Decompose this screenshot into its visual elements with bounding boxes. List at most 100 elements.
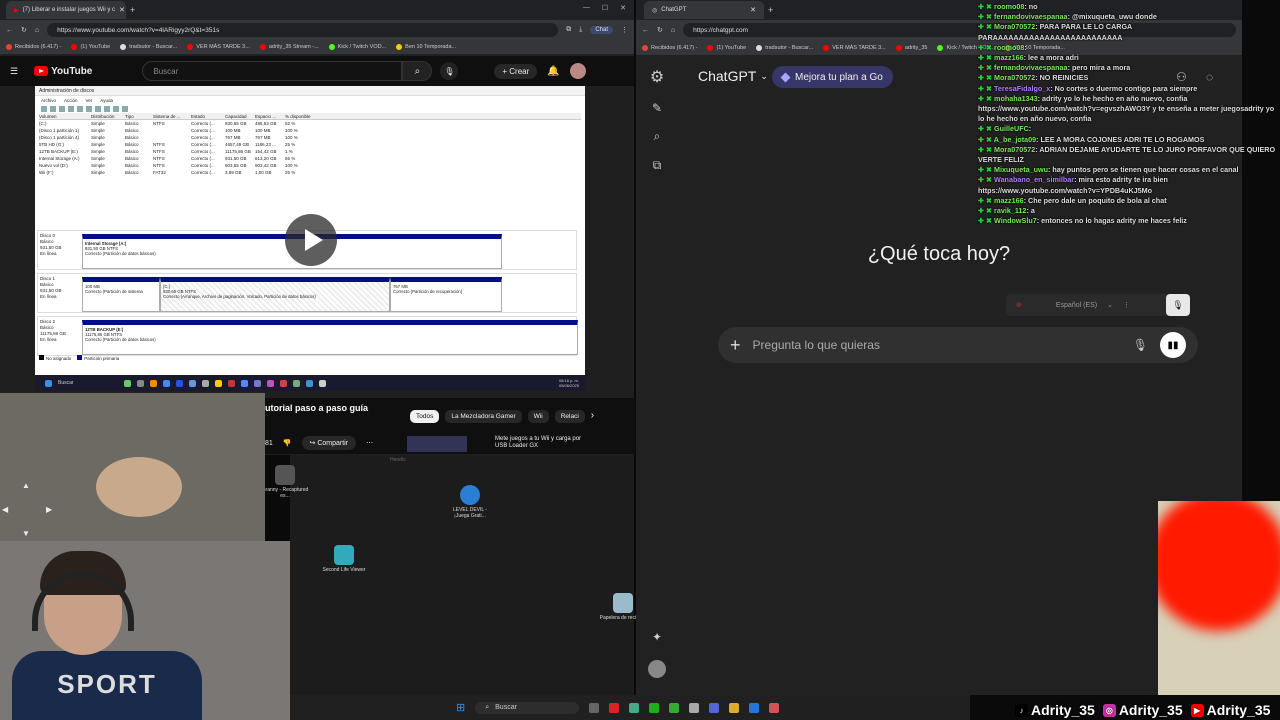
url-field[interactable]: https://www.youtube.com/watch?v=4lARigyy… [47, 23, 559, 37]
bookmark[interactable]: tradsutor - Buscar... [756, 44, 813, 51]
mail-icon[interactable] [689, 702, 700, 713]
new-chat-icon[interactable]: ✎ [652, 101, 662, 115]
back-icon[interactable]: ← [642, 27, 649, 34]
more-icon[interactable]: ⋯ [366, 439, 373, 447]
share-button[interactable]: ↪ Compartir [301, 436, 357, 450]
dictation-mic-button[interactable]: 🎙 [1166, 294, 1190, 316]
bookmark[interactable]: (1) YouTube [71, 44, 110, 50]
discord-icon[interactable] [709, 702, 720, 713]
like-count: 81 [265, 439, 273, 447]
taskbar-search[interactable]: ⌕ Buscar [475, 701, 580, 714]
table-cell: Distribución [91, 113, 115, 119]
hamburger-icon[interactable]: ☰ [10, 66, 18, 77]
more-icon[interactable]: ⋮ [1123, 301, 1130, 309]
bookmark[interactable]: Kick / Twitch VOD... [328, 44, 386, 50]
clock: 08:16 p. m. 05/06/2025 [558, 378, 579, 388]
avatar[interactable] [569, 63, 586, 79]
video-player[interactable]: Administración de discos Archivo Acción … [35, 86, 585, 391]
download-icon[interactable]: ⤓ [579, 26, 582, 34]
chip[interactable]: Wii [527, 410, 549, 423]
app-icon[interactable] [669, 702, 680, 713]
close-tab-icon[interactable]: ✕ [750, 6, 756, 14]
library-icon[interactable]: ⧉ [653, 158, 662, 173]
bookmark[interactable]: adrity_35 Stream -... [259, 44, 319, 50]
chat-button[interactable]: Chat [590, 26, 613, 34]
dislike-icon[interactable]: 👎 [283, 439, 292, 447]
new-tab-icon[interactable]: + [130, 5, 135, 15]
xbox-icon[interactable] [649, 702, 660, 713]
folder-icon[interactable] [729, 702, 740, 713]
table-row[interactable]: Wii (F:) Simple Básico FAT32 Correcto (... 3,… [39, 169, 581, 176]
table-row[interactable]: Internal Storage (A:) Simple Básico NTFS Cor… [39, 155, 581, 162]
sparkle-icon[interactable]: ✦ [652, 630, 662, 644]
opera-icon[interactable] [609, 702, 620, 713]
table-row[interactable]: (Disco 1 partición 1) Simple Básico Correct… [39, 127, 581, 134]
reload-icon[interactable]: ↻ [21, 26, 27, 34]
tab-chatgpt[interactable]: ◎ ChatGPT ✕ [644, 1, 764, 19]
back-icon[interactable]: ← [6, 27, 13, 34]
windows-start-icon[interactable]: ⊞ [456, 701, 465, 714]
table-row[interactable]: (Disco 1 partición 4) Simple Básico Correct… [39, 134, 581, 141]
bookmark[interactable]: Ben 10 Temporada... [396, 44, 456, 50]
obs-icon[interactable] [769, 702, 780, 713]
desktop-icon-level-devil[interactable]: LEVEL DEVIL - ¡Juega Grati... [445, 485, 495, 519]
mic-off-icon[interactable]: ⊘ [1016, 301, 1022, 309]
openai-logo-icon[interactable]: ⚙ [650, 67, 664, 87]
avatar[interactable] [648, 660, 666, 678]
model-selector[interactable]: ChatGPT ⌄ [698, 68, 768, 84]
plus-icon[interactable]: + [730, 335, 741, 356]
table-row[interactable]: (C:) Simple Básico NTFS Correcto (... 930,65 … [39, 120, 581, 127]
bookmark-label: (1) YouTube [716, 44, 747, 51]
left-tab-bar: ▶ (7) Liberar e instalar juegos Wii y c … [0, 0, 634, 20]
chip[interactable]: La Mezcladora Gamer [445, 410, 522, 423]
language-select[interactable]: Español (ES) [1056, 302, 1097, 309]
home-icon[interactable]: ⌂ [671, 27, 675, 34]
tab-youtube[interactable]: ▶ (7) Liberar e instalar juegos Wii y c … [6, 1, 126, 19]
microphone-icon[interactable]: 🎙 [1133, 338, 1148, 352]
voice-mode-button[interactable]: ▮▮ [1160, 332, 1186, 358]
bookmark[interactable]: tradsutor - Buscar... [120, 44, 177, 50]
maximize-icon[interactable]: ☐ [602, 4, 608, 12]
instagram-icon: ◎ [1102, 703, 1116, 717]
chip[interactable]: Relaci [554, 410, 585, 423]
table-row[interactable]: Nuevo vol (D:) Simple Básico NTFS Correcto (… [39, 162, 581, 169]
youtube-logo[interactable]: YouTube [34, 66, 92, 77]
play-icon[interactable] [285, 214, 337, 266]
bookmark[interactable]: adrity_35 [895, 44, 927, 51]
related-video-thumbnail[interactable] [407, 436, 467, 452]
reload-icon[interactable]: ↻ [657, 26, 663, 34]
chevron-right-icon[interactable]: › [591, 410, 594, 423]
chevron-down-icon[interactable]: ⌄ [1107, 301, 1113, 309]
search-icon[interactable]: ⌕ [402, 61, 433, 81]
voice-search-icon[interactable]: 🎙 [440, 62, 459, 80]
bookmark[interactable]: Recibidos (6.417) - [6, 44, 61, 50]
minimize-icon[interactable]: — [583, 4, 590, 12]
bookmark[interactable]: VER MÁS TARDE 3... [823, 44, 886, 51]
home-icon[interactable]: ⌂ [35, 27, 39, 34]
desktop-icon-granny[interactable]: Granny - Recaptured es... [260, 465, 310, 499]
new-tab-icon[interactable]: + [768, 5, 773, 15]
menu-icon[interactable]: ⋮ [621, 26, 628, 34]
table-cell: 1186,23 ... [255, 142, 276, 147]
prompt-input[interactable]: + Pregunta lo que quieras 🎙 ▮▮ [718, 327, 1198, 363]
upgrade-button[interactable]: Mejora tu plan a Go [772, 66, 893, 88]
close-window-icon[interactable]: ✕ [620, 4, 626, 12]
chip-all[interactable]: Todos [410, 410, 440, 423]
search-icon[interactable]: ⌕ [654, 129, 661, 144]
notifications-icon[interactable]: 🔔 [547, 66, 559, 77]
related-video-title[interactable]: Mete juegos a tu Wii y carga por USB Loa… [495, 436, 595, 450]
bookmark[interactable]: Recibidos (6.417) - [642, 44, 697, 51]
task-view-icon[interactable] [589, 702, 600, 713]
close-tab-icon[interactable]: ✕ [119, 6, 125, 14]
table-row[interactable]: 12TB BACKUP (E:) Simple Básico NTFS Correcto… [39, 148, 581, 155]
bookmark[interactable]: VER MÁS TARDE 3... [187, 44, 250, 50]
chrome-icon[interactable] [629, 702, 640, 713]
edge-icon[interactable] [749, 702, 760, 713]
create-button[interactable]: + Crear [494, 63, 538, 79]
desktop-icon-second-life[interactable]: Second Life Viewer [319, 545, 369, 573]
bookmark[interactable]: (1) YouTube [707, 44, 747, 51]
table-row[interactable]: 5TB HD (G:) Simple Básico NTFS Correcto (...… [39, 141, 581, 148]
bookmark-label: (1) YouTube [80, 44, 111, 50]
youtube-search-input[interactable]: Buscar [142, 61, 403, 81]
extensions-icon[interactable]: ⧉ [566, 26, 571, 34]
